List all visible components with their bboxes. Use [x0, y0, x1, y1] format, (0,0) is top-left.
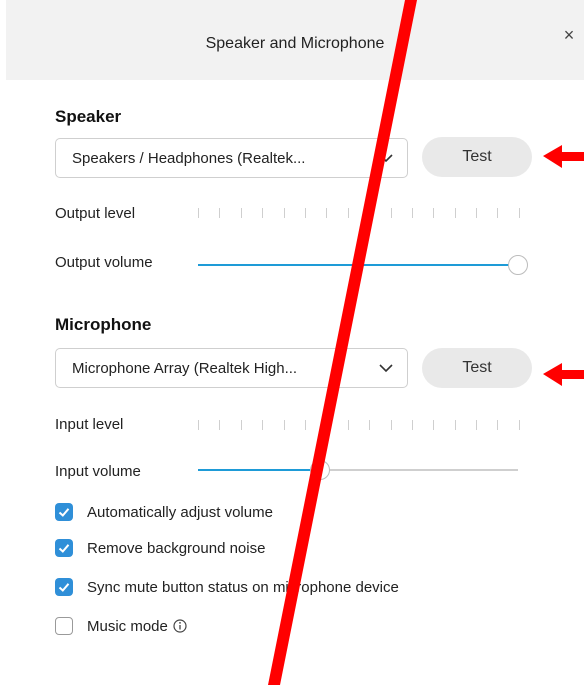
option-label: Music mode [87, 617, 168, 635]
title-bar: Speaker and Microphone × [6, 0, 584, 80]
speaker-device-select[interactable]: Speakers / Headphones (Realtek... [55, 138, 408, 178]
output-volume-label: Output volume [55, 254, 153, 271]
speaker-section-title: Speaker [55, 107, 122, 126]
checkbox-checked[interactable] [55, 539, 73, 557]
output-volume-slider[interactable] [198, 254, 528, 276]
close-icon[interactable]: × [558, 24, 580, 46]
option-remove-background-noise[interactable]: Remove background noise [55, 537, 265, 559]
check-icon [58, 544, 70, 553]
slider-fill [198, 264, 518, 266]
input-level-label: Input level [55, 416, 124, 433]
dialog-title: Speaker and Microphone [205, 35, 385, 52]
option-label: Remove background noise [87, 539, 266, 557]
speaker-device-value: Speakers / Headphones (Realtek... [72, 150, 306, 167]
checkbox-checked[interactable] [55, 503, 73, 521]
speaker-test-button[interactable]: Test [422, 137, 532, 177]
chevron-down-icon [379, 364, 393, 373]
checkbox-checked[interactable] [55, 578, 73, 596]
input-level-meter [198, 420, 520, 430]
output-level-label: Output level [55, 205, 136, 222]
option-sync-mute-button[interactable]: Sync mute button status on microphone de… [55, 576, 399, 598]
option-auto-adjust-volume[interactable]: Automatically adjust volume [55, 501, 273, 523]
check-icon [58, 508, 70, 517]
slider-thumb[interactable] [508, 255, 528, 275]
microphone-device-select[interactable]: Microphone Array (Realtek High... [55, 348, 408, 388]
check-icon [58, 583, 70, 592]
slider-thumb[interactable] [309, 460, 330, 480]
input-volume-label: Input volume [55, 463, 141, 480]
output-level-meter [198, 208, 520, 218]
option-music-mode[interactable]: Music mode [55, 615, 187, 637]
arrow-left-icon [543, 145, 584, 168]
slider-fill [198, 469, 320, 471]
input-volume-slider[interactable] [198, 459, 518, 481]
microphone-device-value: Microphone Array (Realtek High... [72, 360, 298, 377]
checkbox[interactable] [55, 617, 73, 635]
microphone-section-title: Microphone [55, 315, 152, 334]
arrow-left-icon [543, 363, 584, 386]
info-icon[interactable] [173, 619, 187, 633]
speaker-microphone-dialog: Speaker and Microphone × Speaker Speaker… [0, 0, 584, 685]
microphone-test-button[interactable]: Test [422, 348, 532, 388]
chevron-down-icon [379, 154, 393, 163]
option-label: Automatically adjust volume [87, 503, 273, 521]
option-label: Sync mute button status on microphone de… [87, 578, 399, 596]
